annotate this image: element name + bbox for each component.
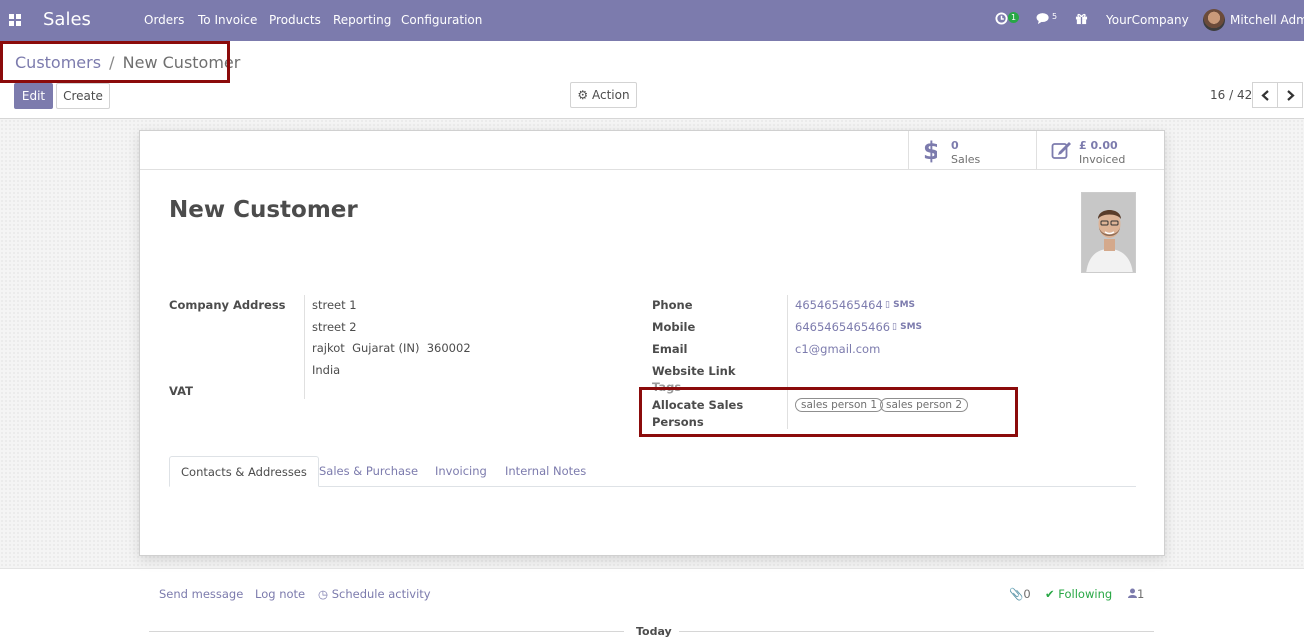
user-menu[interactable]: Mitchell Admin (1230, 13, 1304, 27)
field-separator-left (304, 295, 305, 399)
invoiced-stat-button[interactable]: £ 0.00 Invoiced (1036, 131, 1164, 169)
email-label: Email (652, 342, 688, 356)
phone-sms-button[interactable]: ▯ SMS (885, 300, 915, 310)
sales-count: 0 (951, 139, 959, 152)
paperclip-icon: 📎 (1009, 587, 1024, 601)
attachments-button[interactable]: 📎0 (1009, 587, 1031, 601)
record-title: New Customer (169, 197, 358, 223)
country-field: India (312, 363, 341, 377)
svg-text:$: $ (923, 139, 937, 163)
dollar-icon: $ (923, 139, 937, 163)
schedule-activity-button[interactable]: ◷ Schedule activity (318, 587, 431, 601)
pencil-square-icon (1051, 142, 1071, 159)
mobile-sms-button[interactable]: ▯ SMS (892, 322, 922, 332)
user-icon (1128, 588, 1137, 598)
sales-label: Sales (951, 153, 981, 166)
pager-value[interactable]: 16 / 42 (1210, 88, 1252, 102)
street2-field: street 2 (312, 320, 357, 334)
mobile-label: Mobile (652, 320, 696, 334)
phone-label: Phone (652, 298, 693, 312)
chevron-left-icon (1261, 90, 1269, 101)
highlight-box-breadcrumb (0, 41, 230, 83)
messages-chat-icon[interactable] (1036, 12, 1051, 29)
street-field: street 1 (312, 298, 357, 312)
following-label: Following (1058, 587, 1113, 601)
customer-photo[interactable] (1081, 192, 1136, 273)
activity-count-badge: 1 (1008, 12, 1020, 23)
menu-to-invoice[interactable]: To Invoice (198, 13, 257, 27)
chevron-right-icon (1287, 90, 1295, 101)
app-name[interactable]: Sales (43, 9, 91, 30)
invoiced-amount: £ 0.00 (1079, 139, 1118, 152)
notebook-tabs: Contacts & Addresses Sales & Purchase In… (169, 456, 1136, 487)
menu-products[interactable]: Products (269, 13, 321, 27)
menu-configuration[interactable]: Configuration (401, 13, 482, 27)
log-note-button[interactable]: Log note (255, 587, 305, 601)
today-label: Today (636, 625, 672, 637)
apps-menu-icon[interactable] (9, 14, 21, 26)
city-state-zip-field: rajkot Gujarat (IN) 360002 (312, 341, 471, 355)
create-button[interactable]: Create (56, 83, 110, 109)
send-message-button[interactable]: Send message (159, 587, 243, 601)
tab-contacts-addresses[interactable]: Contacts & Addresses (169, 456, 319, 487)
tab-invoicing[interactable]: Invoicing (424, 456, 498, 487)
form-sheet: $ 0 Sales £ 0.00 Invoiced New Customer C… (139, 130, 1165, 556)
user-avatar[interactable] (1203, 9, 1225, 31)
website-label: Website Link (652, 364, 736, 378)
mobile-link[interactable]: 6465465465466 (795, 320, 890, 334)
gear-icon: ⚙ (577, 88, 589, 102)
activity-clock-icon[interactable] (995, 12, 1008, 29)
highlight-box-sales-persons (639, 387, 1018, 437)
messages-count-badge: 5 (1052, 12, 1058, 21)
invoiced-label: Invoiced (1079, 153, 1126, 166)
chatter-divider (0, 568, 1304, 569)
phone-link[interactable]: 465465465464 (795, 298, 883, 312)
mobile-phone-icon: ▯ (885, 300, 890, 310)
pager-next[interactable] (1277, 82, 1303, 108)
sales-stat-button[interactable]: $ 0 Sales (908, 131, 1036, 169)
action-label: Action (592, 88, 630, 102)
following-button[interactable]: ✔ Following (1045, 587, 1112, 601)
tab-internal-notes[interactable]: Internal Notes (494, 456, 597, 487)
top-navbar: Sales Orders To Invoice Products Reporti… (0, 0, 1304, 41)
company-address-label: Company Address (169, 298, 286, 312)
followers-count: 1 (1137, 587, 1145, 601)
stat-button-box: $ 0 Sales £ 0.00 Invoiced (140, 131, 1164, 170)
email-link[interactable]: c1@gmail.com (795, 342, 880, 356)
today-separator-left (149, 631, 624, 632)
check-icon: ✔ (1045, 587, 1055, 601)
schedule-activity-label: Schedule activity (331, 587, 431, 601)
vat-label: VAT (169, 384, 193, 398)
menu-orders[interactable]: Orders (144, 13, 184, 27)
sms-label: SMS (893, 300, 916, 310)
company-switcher[interactable]: YourCompany (1106, 13, 1189, 27)
tab-sales-purchase[interactable]: Sales & Purchase (308, 456, 429, 487)
pager-previous[interactable] (1252, 82, 1278, 108)
clock-icon: ◷ (318, 587, 329, 601)
gift-icon[interactable] (1075, 12, 1088, 29)
followers-button[interactable]: 1 (1128, 587, 1144, 601)
attachments-count: 0 (1023, 587, 1031, 601)
mobile-phone-icon: ▯ (892, 322, 897, 332)
menu-reporting[interactable]: Reporting (333, 13, 391, 27)
edit-button[interactable]: Edit (14, 83, 53, 109)
action-dropdown[interactable]: ⚙ Action (570, 82, 637, 108)
today-separator-right (679, 631, 1154, 632)
sms-label: SMS (900, 322, 923, 332)
